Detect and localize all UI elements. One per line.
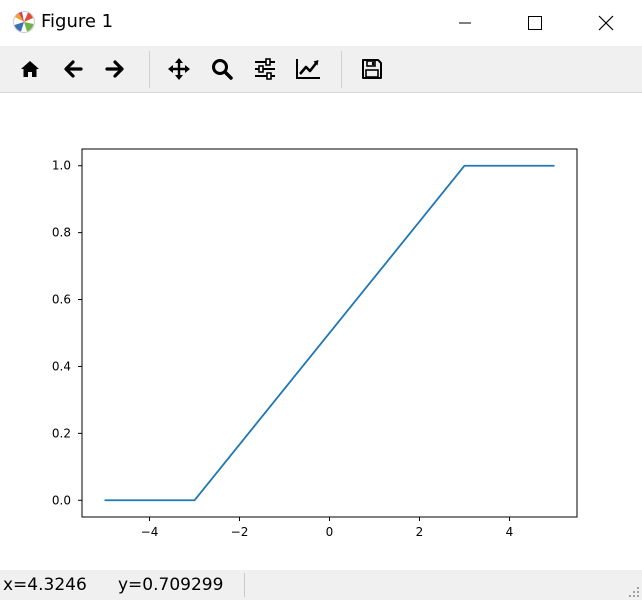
arrow-right-icon — [105, 60, 124, 78]
zoom-button[interactable] — [207, 54, 237, 84]
move-icon — [168, 58, 190, 80]
floppy-disk-icon — [362, 59, 382, 79]
x-tick-label: 0 — [326, 525, 334, 539]
matplotlib-icon — [13, 11, 35, 33]
resize-grip-icon[interactable] — [628, 586, 640, 598]
figure-canvas[interactable]: −4 −2 0 2 4 0.0 0.2 0.4 0.6 0.8 1.0 — [0, 93, 642, 570]
y-tick-label: 1.0 — [52, 159, 71, 173]
maximize-button[interactable] — [512, 0, 558, 46]
y-axis: 0.0 0.2 0.4 0.6 0.8 1.0 — [52, 159, 82, 507]
y-tick-label: 0.8 — [52, 226, 71, 240]
arrow-left-icon — [64, 60, 83, 78]
close-icon — [598, 15, 614, 31]
home-icon — [21, 61, 39, 77]
edit-axis-button[interactable] — [293, 54, 323, 84]
x-tick-label: 2 — [416, 525, 424, 539]
x-tick-label: 4 — [506, 525, 514, 539]
subplots-button[interactable] — [250, 54, 280, 84]
status-separator — [244, 573, 245, 597]
home-button[interactable] — [15, 54, 45, 84]
line-chart-icon — [296, 59, 320, 79]
y-tick-label: 0.2 — [52, 426, 71, 440]
minimize-icon — [459, 22, 471, 24]
y-tick-label: 0.0 — [52, 493, 71, 507]
x-axis: −4 −2 0 2 4 — [141, 517, 514, 539]
y-tick-label: 0.4 — [52, 359, 71, 373]
toolbar-separator — [341, 51, 342, 88]
cursor-y-readout: y=0.709299 — [118, 575, 224, 595]
maximize-icon — [528, 16, 542, 30]
back-button[interactable] — [58, 54, 88, 84]
title-bar: Figure 1 — [0, 0, 642, 46]
window-title: Figure 1 — [41, 11, 114, 32]
y-tick-label: 0.6 — [52, 293, 71, 307]
plot-svg: −4 −2 0 2 4 0.0 0.2 0.4 0.6 0.8 1.0 — [52, 148, 578, 539]
sliders-icon — [255, 58, 275, 80]
pan-button[interactable] — [164, 54, 194, 84]
magnifier-icon — [212, 59, 233, 80]
toolbar — [0, 46, 642, 93]
x-tick-label: −4 — [141, 525, 159, 539]
minimize-button[interactable] — [442, 0, 488, 46]
forward-button[interactable] — [100, 54, 130, 84]
toolbar-separator — [149, 51, 150, 88]
status-bar: x=4.3246 y=0.709299 — [0, 570, 642, 600]
cursor-x-readout: x=4.3246 — [3, 575, 87, 595]
save-button[interactable] — [357, 54, 387, 84]
x-tick-label: −2 — [231, 525, 249, 539]
close-button[interactable] — [583, 0, 629, 46]
